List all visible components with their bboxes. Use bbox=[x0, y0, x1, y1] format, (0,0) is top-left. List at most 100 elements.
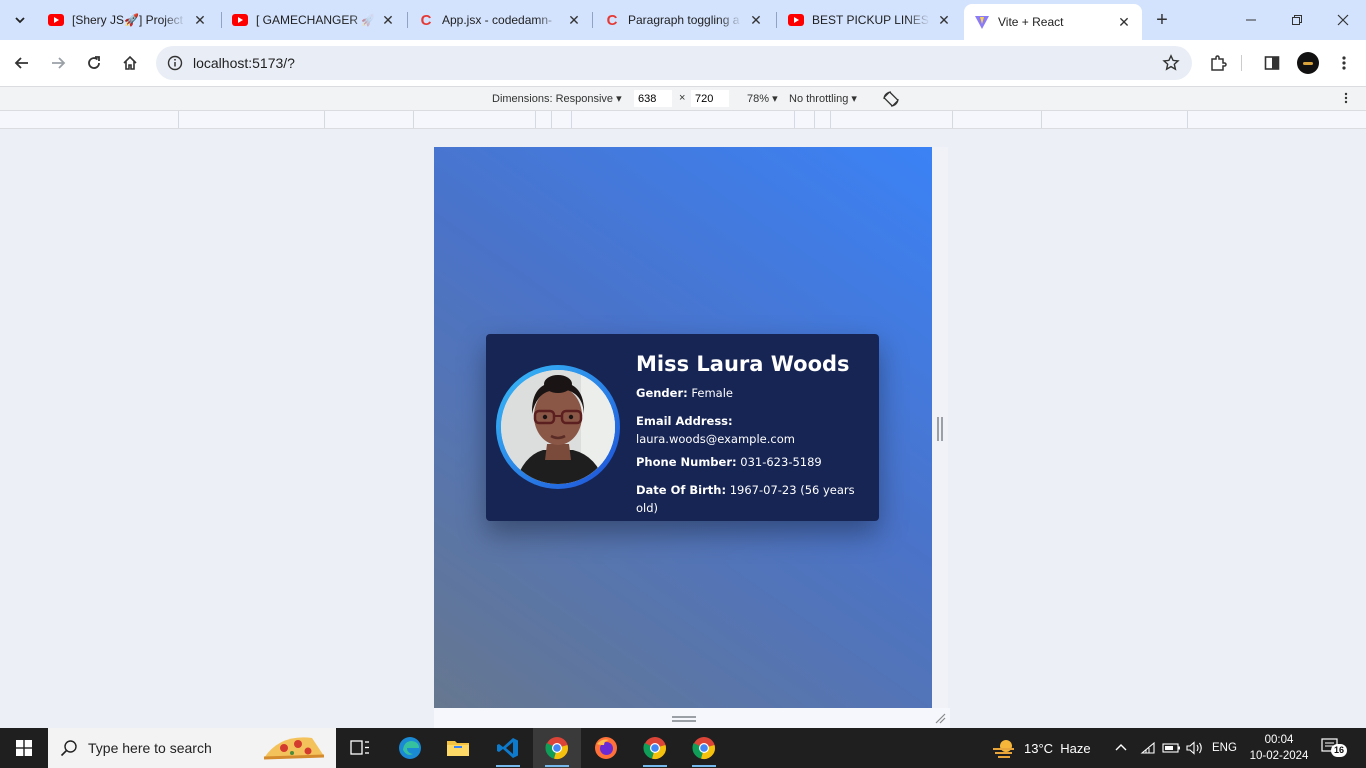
codedamn-icon: C bbox=[606, 11, 618, 29]
arrow-right-icon bbox=[52, 57, 66, 69]
search-placeholder: Type here to search bbox=[88, 740, 212, 756]
caret-down-icon: ▾ bbox=[772, 93, 778, 105]
tab-shery-js[interactable]: [Shery JS🚀] Project 2 ✕ bbox=[38, 6, 218, 34]
zoom-label: 78% bbox=[747, 93, 770, 105]
arrow-left-icon bbox=[14, 57, 28, 69]
youtube-icon bbox=[232, 12, 248, 28]
tab-title: App.jsx - codedamn- bbox=[442, 13, 553, 27]
tab-search-button[interactable] bbox=[8, 8, 32, 32]
weather-widget[interactable]: 13°C Haze bbox=[992, 728, 1091, 768]
side-panel-button[interactable] bbox=[1258, 49, 1286, 77]
throttling-label: No throttling bbox=[789, 93, 849, 105]
chevron-up-icon bbox=[1115, 744, 1127, 751]
tab-gamechanger[interactable]: [ GAMECHANGER 🚀 ✕ bbox=[222, 6, 406, 34]
notification-center-button[interactable]: 16 bbox=[1320, 736, 1348, 760]
minimize-button[interactable] bbox=[1228, 0, 1274, 40]
restore-button[interactable] bbox=[1274, 0, 1320, 40]
phone-row: Phone Number: 031-623-5189 bbox=[636, 454, 872, 472]
close-tab-icon[interactable]: ✕ bbox=[1116, 14, 1132, 30]
resize-corner-handle[interactable] bbox=[934, 712, 946, 724]
extensions-button[interactable] bbox=[1204, 49, 1232, 77]
dimensions-dropdown[interactable]: Dimensions: Responsive ▾ bbox=[492, 92, 622, 105]
profile-avatar[interactable] bbox=[1297, 52, 1319, 74]
taskbar-firefox[interactable] bbox=[582, 728, 630, 768]
rotate-button[interactable] bbox=[882, 90, 900, 111]
close-window-button[interactable] bbox=[1320, 0, 1366, 40]
tab-title: [Shery JS🚀] Project 2 bbox=[72, 13, 186, 27]
network-status[interactable] bbox=[1140, 728, 1156, 768]
times-sign: × bbox=[679, 92, 686, 104]
start-button[interactable] bbox=[0, 728, 48, 768]
taskbar-chrome-active[interactable] bbox=[533, 728, 581, 768]
taskbar-vscode[interactable] bbox=[484, 728, 532, 768]
reload-button[interactable] bbox=[80, 49, 108, 77]
task-view-button[interactable] bbox=[336, 728, 384, 768]
forward-button[interactable] bbox=[44, 49, 72, 77]
viewport-width-input[interactable] bbox=[634, 90, 672, 107]
close-tab-icon[interactable]: ✕ bbox=[380, 12, 396, 28]
caret-down-icon: ▾ bbox=[851, 93, 857, 105]
close-tab-icon[interactable]: ✕ bbox=[566, 12, 582, 28]
task-view-icon bbox=[350, 740, 369, 755]
avatar bbox=[501, 370, 615, 484]
back-button[interactable] bbox=[8, 49, 36, 77]
media-query-ruler bbox=[0, 111, 1366, 129]
close-tab-icon[interactable]: ✕ bbox=[192, 12, 208, 28]
vscode-icon bbox=[497, 738, 518, 758]
taskbar-chrome-3[interactable] bbox=[680, 728, 728, 768]
volume-control[interactable] bbox=[1186, 728, 1204, 768]
tab-app-jsx[interactable]: C App.jsx - codedamn- ✕ bbox=[408, 6, 592, 34]
folder-icon bbox=[447, 741, 469, 756]
battery-status[interactable] bbox=[1162, 728, 1182, 768]
dimensions-label: Dimensions: Responsive bbox=[492, 93, 614, 105]
vite-icon bbox=[974, 14, 990, 30]
phone-value: 031-623-5189 bbox=[740, 455, 822, 470]
home-icon bbox=[123, 55, 137, 70]
dob-row: Date Of Birth: 1967-07-23 (56 years old) bbox=[636, 482, 872, 518]
new-tab-button[interactable]: + bbox=[1150, 8, 1174, 32]
more-vertical-icon bbox=[1342, 56, 1346, 70]
battery-icon bbox=[1162, 743, 1180, 753]
site-info-icon[interactable] bbox=[166, 54, 184, 72]
reload-icon bbox=[88, 56, 100, 69]
rotate-icon bbox=[883, 91, 899, 107]
clock-time: 00:04 bbox=[1264, 734, 1294, 746]
page-viewport: Miss Laura Woods Gender: Female Email Ad… bbox=[434, 147, 932, 708]
chrome-menu-button[interactable] bbox=[1330, 49, 1358, 77]
taskbar-file-explorer[interactable] bbox=[434, 728, 482, 768]
email-label: Email Address: bbox=[636, 413, 733, 428]
language-indicator[interactable]: ENG bbox=[1212, 728, 1237, 768]
tab-title: Paragraph toggling a bbox=[628, 13, 740, 27]
tab-title: BEST PICKUP LINES 2 bbox=[812, 13, 930, 27]
throttling-dropdown[interactable]: No throttling ▾ bbox=[789, 92, 857, 105]
chrome-icon bbox=[643, 737, 666, 759]
tab-vite-react[interactable]: Vite + React ✕ bbox=[964, 4, 1142, 40]
windows-taskbar: Type here to search 13°C Haze ENG 00:04 … bbox=[0, 728, 1366, 768]
show-hidden-icons-button[interactable] bbox=[1114, 728, 1128, 768]
resize-handle-right[interactable] bbox=[937, 417, 943, 441]
edge-icon bbox=[399, 737, 421, 759]
restore-icon bbox=[1292, 15, 1302, 25]
tab-paragraph-toggling[interactable]: C Paragraph toggling a ✕ bbox=[594, 6, 774, 34]
taskbar-chrome-2[interactable] bbox=[631, 728, 679, 768]
profile-info: Miss Laura Woods Gender: Female Email Ad… bbox=[636, 352, 872, 528]
more-vertical-icon bbox=[1344, 92, 1348, 104]
browser-toolbar: localhost:5173/? bbox=[0, 40, 1366, 86]
device-toolbar-menu-button[interactable] bbox=[1344, 92, 1348, 107]
taskbar-search[interactable]: Type here to search bbox=[48, 728, 336, 768]
address-bar[interactable]: localhost:5173/? bbox=[156, 46, 1192, 80]
close-tab-icon[interactable]: ✕ bbox=[748, 12, 764, 28]
windows-logo-icon bbox=[16, 740, 32, 756]
viewport-height-input[interactable] bbox=[691, 90, 729, 107]
taskbar-edge[interactable] bbox=[386, 728, 434, 768]
chevron-down-icon bbox=[15, 17, 25, 24]
resize-handle-bottom[interactable] bbox=[672, 716, 696, 722]
tab-pickup-lines[interactable]: BEST PICKUP LINES 2 ✕ bbox=[778, 6, 962, 34]
close-tab-icon[interactable]: ✕ bbox=[936, 12, 952, 28]
home-button[interactable] bbox=[116, 49, 144, 77]
plus-icon: + bbox=[1156, 8, 1168, 31]
zoom-dropdown[interactable]: 78% ▾ bbox=[747, 92, 778, 105]
chrome-icon bbox=[545, 737, 568, 759]
taskbar-clock[interactable]: 00:04 10-02-2024 bbox=[1248, 732, 1310, 764]
bookmark-star-icon[interactable] bbox=[1162, 54, 1180, 72]
